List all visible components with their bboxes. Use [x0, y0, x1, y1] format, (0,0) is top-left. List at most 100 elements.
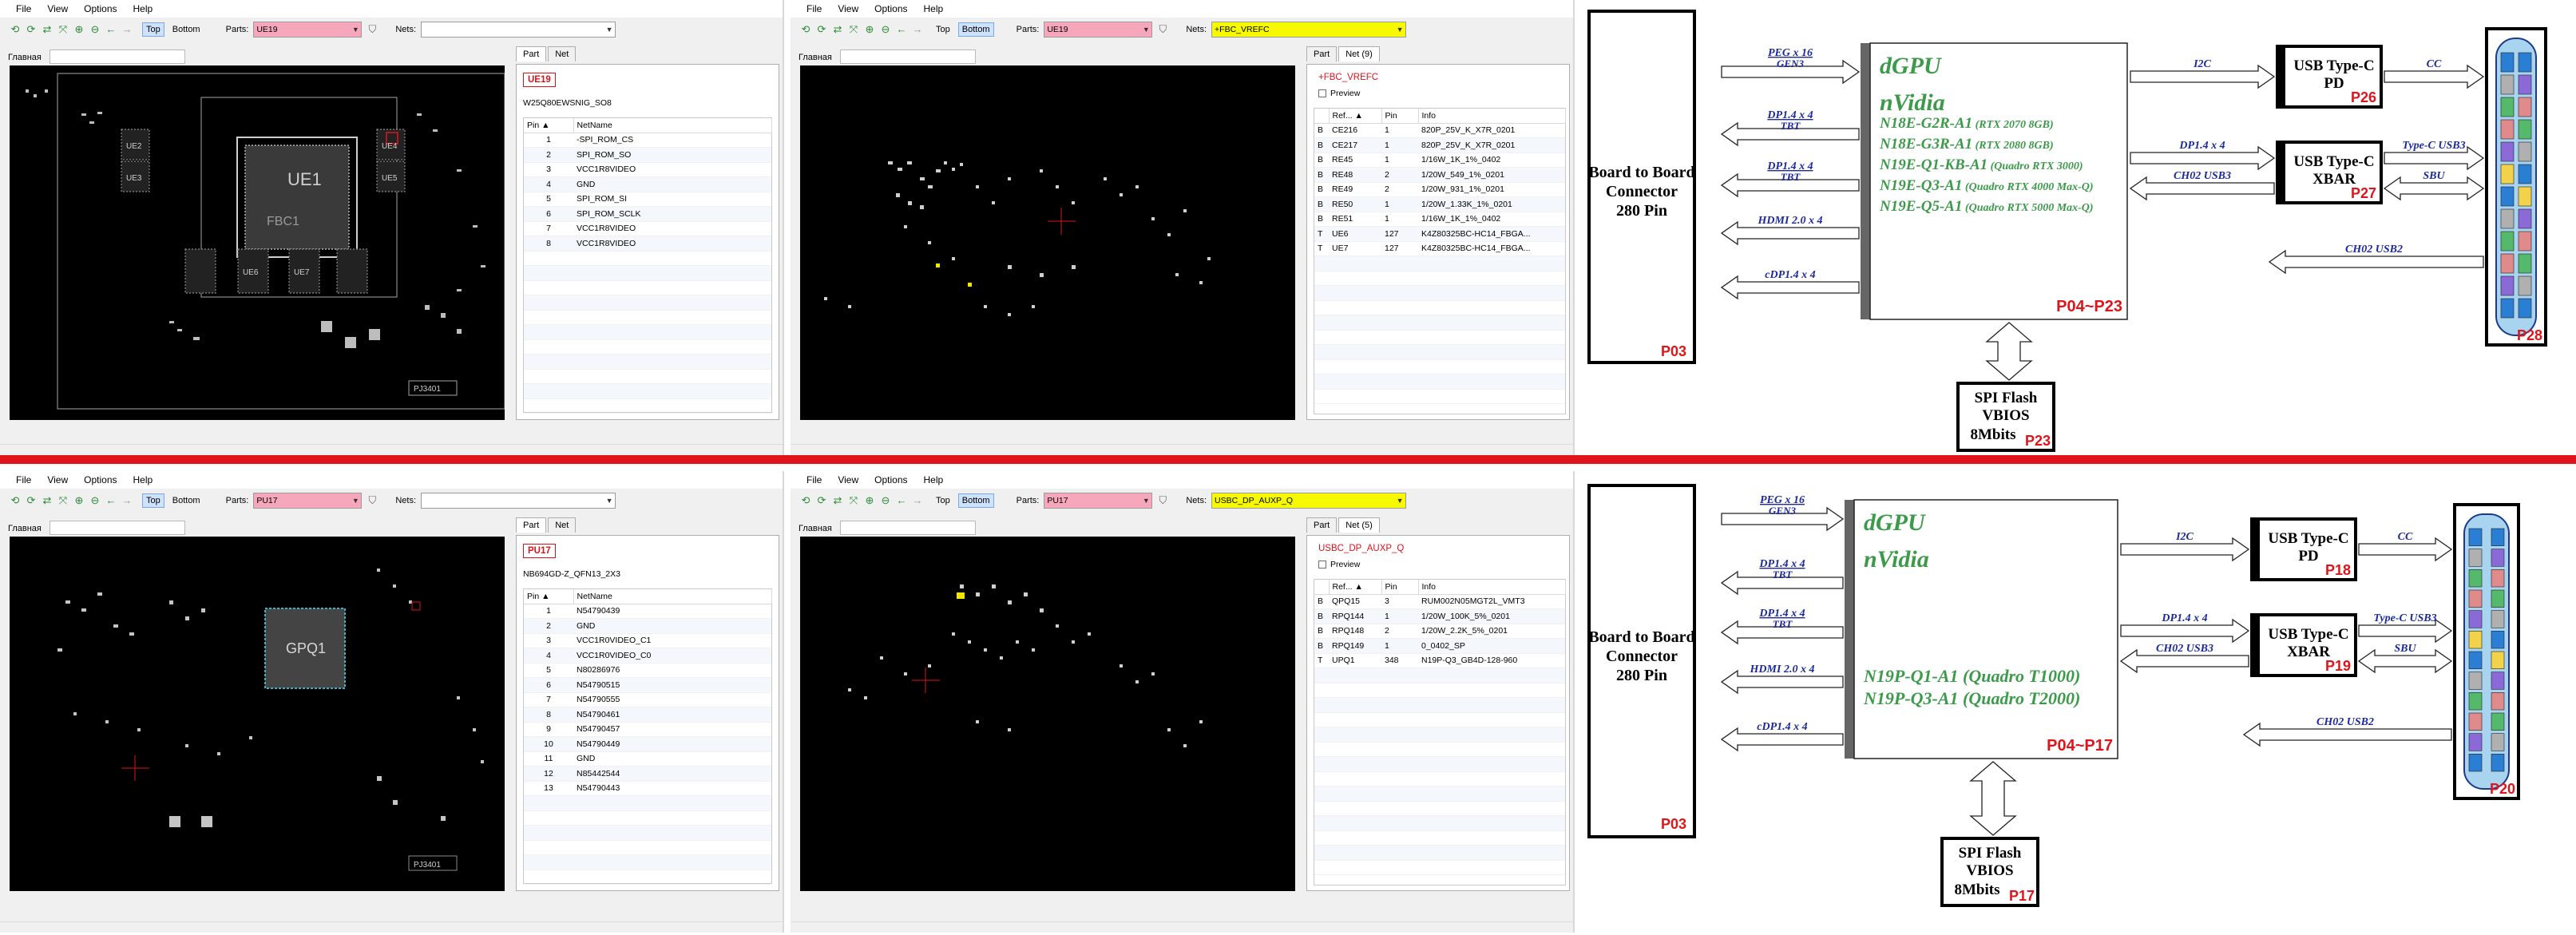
search-input[interactable] — [839, 521, 976, 535]
table-row[interactable]: 9 N54790457 — [524, 722, 771, 737]
tab-home[interactable]: Главная — [795, 51, 835, 64]
forward-icon[interactable]: → — [912, 24, 923, 35]
table-row[interactable]: 10 N54790449 — [524, 736, 771, 752]
table-row[interactable]: B RPQ148 2 1/20W_2.2K_5%_0201 — [1314, 624, 1565, 639]
menu-options[interactable]: Options — [76, 3, 125, 14]
board-canvas[interactable]: UE1 FBC1 UE2 UE3 UE4 UE5 UE6 UE7 PJ3401 — [10, 65, 505, 420]
back-icon[interactable]: ← — [105, 24, 117, 35]
preview-checkbox[interactable]: Preview — [1318, 89, 1360, 98]
menu-file[interactable]: File — [8, 474, 39, 485]
zoom-out-icon[interactable]: ⊖ — [880, 24, 891, 35]
column-header-side[interactable] — [1314, 580, 1330, 595]
rotate-left-icon[interactable]: ⟲ — [10, 24, 21, 35]
table-row[interactable]: 8 VCC1R8VIDEO — [524, 236, 771, 252]
bottom-side-button[interactable]: Bottom — [169, 494, 204, 507]
parts-combo[interactable]: UE19 ▼ — [1044, 22, 1153, 38]
column-header-ref[interactable]: Ref... ▲ — [1329, 109, 1382, 124]
tab-part[interactable]: Part — [1306, 46, 1338, 61]
bottom-side-button[interactable]: Bottom — [957, 22, 994, 37]
table-row[interactable]: 2 GND — [524, 618, 771, 634]
top-side-button[interactable]: Top — [933, 494, 953, 507]
top-side-button[interactable]: Top — [933, 23, 953, 36]
table-row[interactable]: 8 N54790461 — [524, 707, 771, 723]
back-icon[interactable]: ← — [896, 495, 907, 506]
table-row[interactable]: 4 VCC1R0VIDEO_C0 — [524, 648, 771, 664]
table-row[interactable]: B RE48 2 1/20W_549_1%_0201 — [1314, 167, 1565, 183]
column-header-side[interactable] — [1314, 109, 1330, 124]
back-icon[interactable]: ← — [896, 24, 907, 35]
tab-net[interactable]: Net (5) — [1338, 517, 1380, 533]
rotate-left-icon[interactable]: ⟲ — [800, 24, 811, 35]
rotate-right-icon[interactable]: ⟳ — [816, 495, 827, 506]
rotate-left-icon[interactable]: ⟲ — [800, 495, 811, 506]
preview-checkbox[interactable]: Preview — [1318, 560, 1360, 569]
rotate-right-icon[interactable]: ⟳ — [26, 495, 37, 506]
menu-options[interactable]: Options — [76, 474, 125, 485]
menu-options[interactable]: Options — [866, 3, 915, 14]
column-header-pin[interactable]: Pin — [1381, 580, 1419, 595]
table-row[interactable]: 5 N80286976 — [524, 663, 771, 678]
table-row[interactable]: 3 VCC1R8VIDEO — [524, 162, 771, 177]
fit-icon[interactable]: ⤧ — [848, 24, 859, 35]
menu-file[interactable]: File — [799, 474, 830, 485]
column-header-info[interactable]: Info — [1418, 109, 1566, 124]
zoom-out-icon[interactable]: ⊖ — [89, 495, 101, 506]
bottom-side-button[interactable]: Bottom — [169, 23, 204, 36]
filter-icon[interactable]: ⛉ — [367, 24, 378, 35]
fit-icon[interactable]: ⤧ — [57, 495, 69, 506]
zoom-out-icon[interactable]: ⊖ — [880, 495, 891, 506]
table-row[interactable]: 6 SPI_ROM_SCLK — [524, 206, 771, 222]
menu-view[interactable]: View — [39, 474, 76, 485]
zoom-in-icon[interactable]: ⊕ — [73, 495, 85, 506]
menu-help[interactable]: Help — [125, 3, 161, 14]
table-row[interactable]: 4 GND — [524, 176, 771, 192]
table-row[interactable]: T UE7 127 K4Z80325BC-HC14_FBGA... — [1314, 241, 1565, 256]
search-input[interactable] — [839, 50, 976, 64]
zoom-in-icon[interactable]: ⊕ — [864, 495, 875, 506]
table-row[interactable]: T UPQ1 348 N19P-Q3_GB4D-128-960 — [1314, 653, 1565, 668]
fit-icon[interactable]: ⤧ — [848, 495, 859, 506]
menu-file[interactable]: File — [799, 3, 830, 14]
table-row[interactable]: B RPQ149 1 0_0402_SP — [1314, 638, 1565, 654]
filter-icon[interactable]: ⛉ — [1157, 24, 1168, 35]
tab-part[interactable]: Part — [516, 517, 547, 533]
column-header-netname[interactable]: NetName — [573, 589, 772, 604]
rotate-right-icon[interactable]: ⟳ — [816, 24, 827, 35]
table-row[interactable]: 7 VCC1R8VIDEO — [524, 221, 771, 236]
menu-view[interactable]: View — [39, 3, 76, 14]
tab-net[interactable]: Net — [548, 517, 577, 533]
menu-help[interactable]: Help — [125, 474, 161, 485]
bottom-side-button[interactable]: Bottom — [957, 493, 994, 508]
forward-icon[interactable]: → — [121, 24, 133, 35]
board-canvas[interactable]: GPQ1 PJ3401 — [10, 537, 505, 891]
table-row[interactable]: 1 -SPI_ROM_CS — [524, 133, 771, 148]
tab-net[interactable]: Net (9) — [1338, 46, 1380, 61]
column-header-pin[interactable]: Pin ▲ — [524, 118, 574, 133]
column-header-ref[interactable]: Ref... ▲ — [1329, 580, 1382, 595]
search-input[interactable] — [49, 50, 185, 64]
table-row[interactable]: 6 N54790515 — [524, 677, 771, 693]
menu-options[interactable]: Options — [866, 474, 915, 485]
menu-help[interactable]: Help — [916, 3, 952, 14]
table-row[interactable]: 5 SPI_ROM_SI — [524, 192, 771, 207]
tab-part[interactable]: Part — [516, 46, 547, 61]
table-row[interactable]: 11 GND — [524, 751, 771, 767]
zoom-in-icon[interactable]: ⊕ — [864, 24, 875, 35]
parts-combo[interactable]: PU17 ▼ — [253, 493, 363, 509]
mirror-icon[interactable]: ⇄ — [42, 495, 53, 506]
fit-icon[interactable]: ⤧ — [57, 24, 69, 35]
nets-combo[interactable]: ▼ — [421, 493, 616, 509]
nets-combo[interactable]: ▼ — [421, 22, 616, 38]
menu-file[interactable]: File — [8, 3, 39, 14]
rotate-right-icon[interactable]: ⟳ — [26, 24, 37, 35]
tab-home[interactable]: Главная — [795, 522, 835, 535]
filter-icon[interactable]: ⛉ — [367, 495, 378, 506]
search-input[interactable] — [49, 521, 185, 535]
rotate-left-icon[interactable]: ⟲ — [10, 495, 21, 506]
board-canvas[interactable] — [800, 537, 1295, 891]
tab-net[interactable]: Net — [548, 46, 577, 61]
table-row[interactable]: 2 SPI_ROM_SO — [524, 147, 771, 163]
tab-home[interactable]: Главная — [5, 51, 45, 64]
table-row[interactable]: B RE50 1 1/20W_1.33K_1%_0201 — [1314, 196, 1565, 212]
menu-help[interactable]: Help — [916, 474, 952, 485]
